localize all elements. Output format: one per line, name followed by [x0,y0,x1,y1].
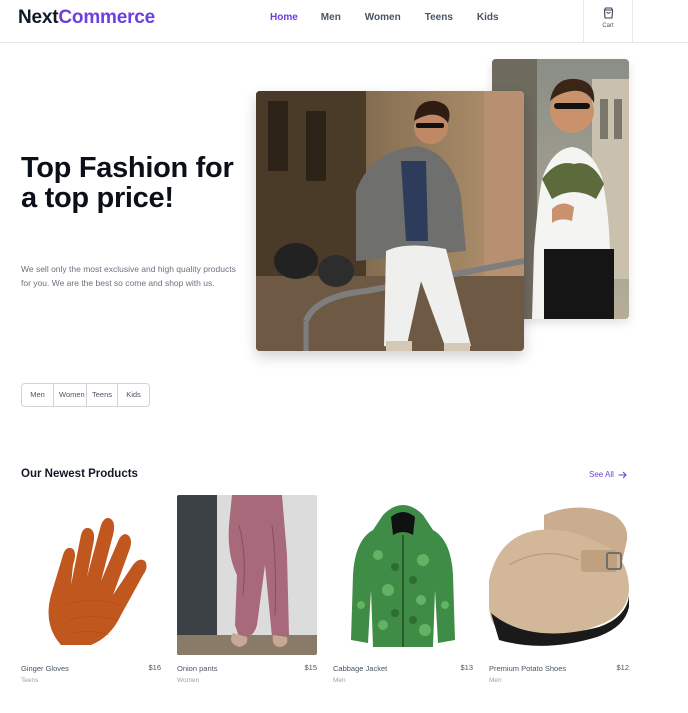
main-nav: Home Men Women Teens Kids [270,12,523,23]
nav-link-teens[interactable]: Teens [425,12,453,23]
product-image-cabbage-jacket[interactable] [333,495,473,655]
brand-logo[interactable]: NextCommerce [18,7,155,29]
product-name[interactable]: Ginger Gloves [21,664,69,673]
top-navigation-bar: NextCommerce Home Men Women Teens Kids C… [0,0,688,43]
shopping-bag-icon [603,7,614,19]
nav-link-home[interactable]: Home [270,12,298,23]
product-name[interactable]: Cabbage Jacket [333,664,387,673]
product-category: Men [333,677,346,684]
product-category: Women [177,677,200,684]
hero-image-primary [256,91,524,351]
product-image-ginger-gloves[interactable] [21,495,161,655]
hero-description: We sell only the most exclusive and high… [21,264,236,288]
arrow-right-icon [618,471,627,478]
product-price: $13 [460,663,473,672]
product-price: $16 [148,663,161,672]
product-image-onion-pants[interactable] [177,495,317,655]
brand-name-part2: Commerce [58,7,156,28]
section-title-newest-products: Our Newest Products [21,468,138,480]
see-all-link[interactable]: See All [589,470,627,479]
cart-label: Cart [602,23,614,29]
see-all-label: See All [589,470,614,479]
hero-title: Top Fashion for a top price! [21,152,234,214]
product-category: Teens [21,677,39,684]
nav-link-men[interactable]: Men [321,12,341,23]
nav-link-women[interactable]: Women [365,12,401,23]
product-card[interactable]: Cabbage Jacket $13 Men [333,495,473,684]
category-pill-men[interactable]: Men [22,384,54,406]
category-filter-group: Men Women Teens Kids [21,383,150,407]
brand-name-part1: Next [18,7,59,28]
cart-button[interactable]: Cart [583,0,633,43]
product-card[interactable]: Onion pants $15 Women [177,495,317,684]
product-image-premium-potato-shoes[interactable] [489,495,629,655]
product-name[interactable]: Onion pants [177,664,217,673]
product-name[interactable]: Premium Potato Shoes [489,664,566,673]
category-pill-kids[interactable]: Kids [118,384,149,406]
product-card[interactable]: Ginger Gloves $16 Teens [21,495,161,684]
product-card[interactable]: Premium Potato Shoes $12 Men [489,495,629,684]
nav-link-kids[interactable]: Kids [477,12,499,23]
product-price: $12 [616,663,629,672]
product-price: $15 [304,663,317,672]
product-category: Men [489,677,502,684]
category-pill-women[interactable]: Women [54,384,87,406]
category-pill-teens[interactable]: Teens [87,384,118,406]
